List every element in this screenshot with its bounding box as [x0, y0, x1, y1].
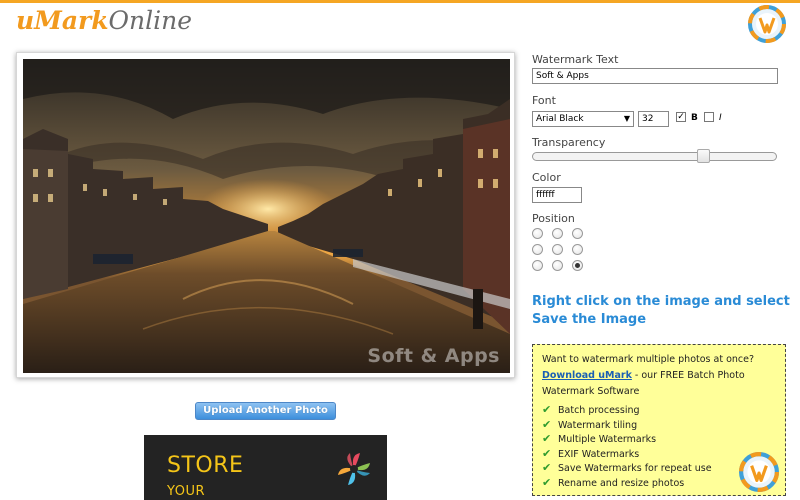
font-select-value: Arial Black	[536, 114, 584, 124]
position-radio-middle-right[interactable]	[572, 244, 583, 255]
promo-headline: Want to watermark multiple photos at onc…	[542, 354, 755, 365]
position-radio-bottom-left[interactable]	[532, 260, 543, 271]
bold-label: B	[691, 113, 698, 123]
position-radio-top-left[interactable]	[532, 228, 543, 239]
save-instruction-text: Right click on the image and select Save…	[532, 294, 790, 327]
italic-checkbox[interactable]	[704, 112, 714, 122]
position-label: Position	[532, 212, 575, 225]
umark-logo-icon[interactable]	[748, 5, 786, 43]
feature-list-item: ✔ Watermark tiling	[542, 417, 638, 431]
feature-list-item: ✔ Rename and resize photos	[542, 475, 685, 489]
position-radio-middle-center[interactable]	[552, 244, 563, 255]
upload-another-photo-button[interactable]: Upload Another Photo	[195, 402, 336, 420]
font-size-input[interactable]: 32	[638, 111, 669, 127]
feature-list-item: ✔ Save Watermarks for repeat use	[542, 461, 712, 475]
position-radio-middle-left[interactable]	[532, 244, 543, 255]
transparency-label: Transparency	[532, 136, 606, 149]
download-umark-link[interactable]: Download uMark	[542, 370, 632, 381]
promo-subline: Watermark Software	[542, 386, 640, 397]
advertisement-banner[interactable]: STORE YOUR	[144, 435, 387, 500]
position-radio-top-right[interactable]	[572, 228, 583, 239]
position-radio-bottom-center[interactable]	[552, 260, 563, 271]
ad-subheadline: YOUR	[167, 484, 206, 499]
checkmark-icon: ✔	[542, 432, 552, 446]
watermark-text-label: Watermark Text	[532, 53, 619, 66]
feature-list-item: ✔ EXIF Watermarks	[542, 446, 640, 460]
umark-logo-icon	[739, 452, 779, 492]
promo-download-line: Download uMark - our FREE Batch Photo	[542, 370, 745, 381]
transparency-slider-handle[interactable]	[697, 149, 710, 163]
font-select[interactable]: Arial Black ▼	[532, 111, 634, 127]
promo-box: Want to watermark multiple photos at onc…	[532, 344, 786, 496]
transparency-slider-track[interactable]	[532, 152, 777, 161]
feature-list-item: ✔ Multiple Watermarks	[542, 432, 657, 446]
photo-preview-frame[interactable]: Soft & Apps	[16, 52, 515, 378]
checkmark-icon: ✔	[542, 446, 552, 460]
feature-list: ✔ Batch processing ✔ Watermark tiling ✔ Mul…	[542, 403, 712, 491]
bold-checkbox[interactable]: ✓	[676, 112, 686, 122]
chevron-down-icon: ▼	[623, 114, 630, 123]
ad-headline: STORE	[167, 453, 244, 478]
checkmark-icon: ✔	[542, 475, 552, 489]
font-label: Font	[532, 94, 556, 107]
watermark-overlay-text: Soft & Apps	[367, 345, 500, 367]
feature-list-item: ✔ Batch processing	[542, 403, 640, 416]
italic-label: I	[719, 113, 722, 123]
checkmark-icon: ✔	[542, 417, 552, 431]
colorful-swirl-icon	[336, 451, 372, 487]
checkmark-icon: ✔	[542, 403, 552, 416]
photo-preview[interactable]: Soft & Apps	[23, 59, 510, 373]
logo-umark-text: uMark	[16, 6, 109, 35]
promo-download-line-rest: - our FREE Batch Photo	[631, 370, 745, 381]
logo-online-text: Online	[108, 6, 193, 35]
site-logo[interactable]: uMarkOnline	[16, 6, 192, 36]
position-radio-top-center[interactable]	[552, 228, 563, 239]
color-label: Color	[532, 171, 561, 184]
watermark-text-input[interactable]: Soft & Apps	[532, 68, 778, 84]
top-accent-bar	[0, 0, 800, 3]
color-input[interactable]: ffffff	[532, 187, 582, 203]
position-radio-bottom-right[interactable]	[572, 260, 583, 271]
checkmark-icon: ✔	[542, 461, 552, 475]
